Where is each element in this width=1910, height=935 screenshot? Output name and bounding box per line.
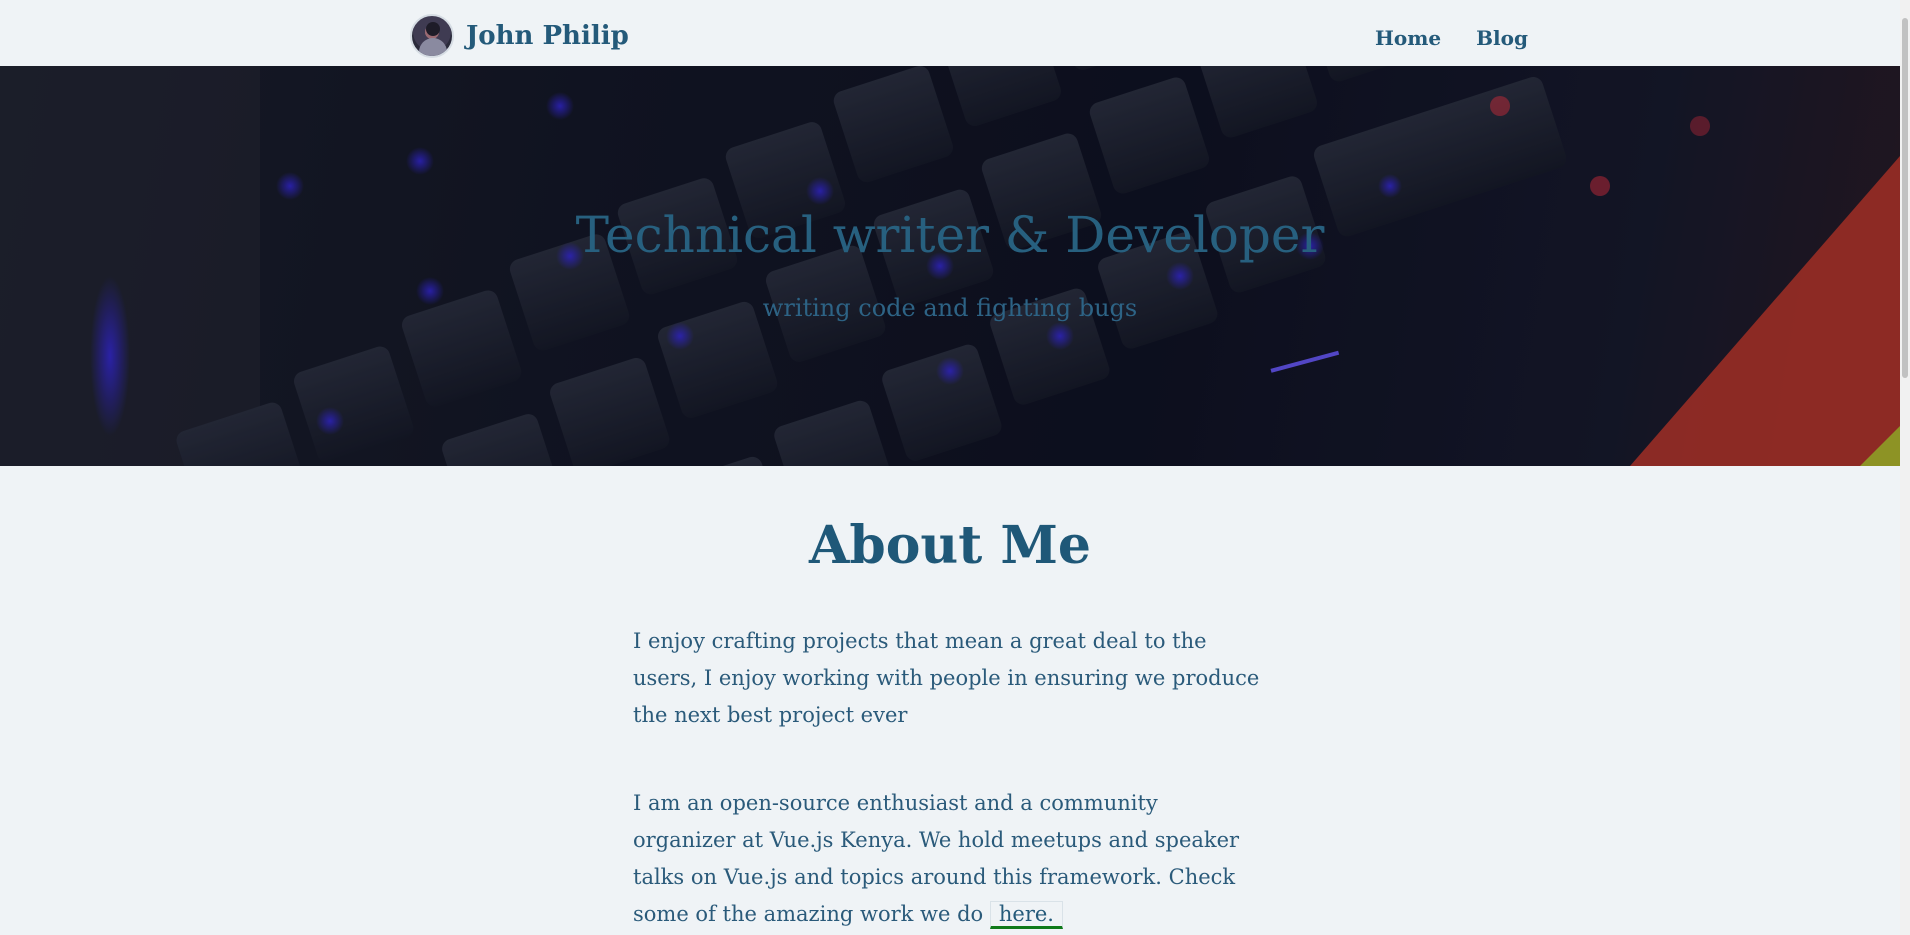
hero-banner: Technical writer & Developer writing cod… [0, 66, 1900, 466]
about-paragraph-2: I am an open-source enthusiast and a com… [633, 785, 1263, 933]
nav-blog-link[interactable]: Blog [1476, 26, 1528, 50]
about-paragraph-2-text: I am an open-source enthusiast and a com… [633, 791, 1240, 926]
scrollbar-thumb[interactable] [1902, 18, 1908, 378]
keyboard-background-image [0, 66, 1900, 466]
brand-name[interactable]: John Philip [466, 21, 629, 51]
main-nav: Home Blog [1375, 26, 1528, 50]
site-header: John Philip Home Blog [0, 0, 1900, 66]
avatar [410, 14, 454, 58]
vuejs-kenya-link[interactable]: here. [989, 901, 1063, 929]
nav-home-link[interactable]: Home [1375, 26, 1441, 50]
about-heading: About Me [809, 515, 1091, 576]
page-scrollbar[interactable] [1900, 0, 1910, 935]
hero-title: Technical writer & Developer [575, 206, 1325, 264]
about-paragraph-1: I enjoy crafting projects that mean a gr… [633, 629, 1260, 727]
hero-subtitle: writing code and fighting bugs [762, 294, 1138, 322]
brand[interactable]: John Philip [410, 14, 629, 58]
